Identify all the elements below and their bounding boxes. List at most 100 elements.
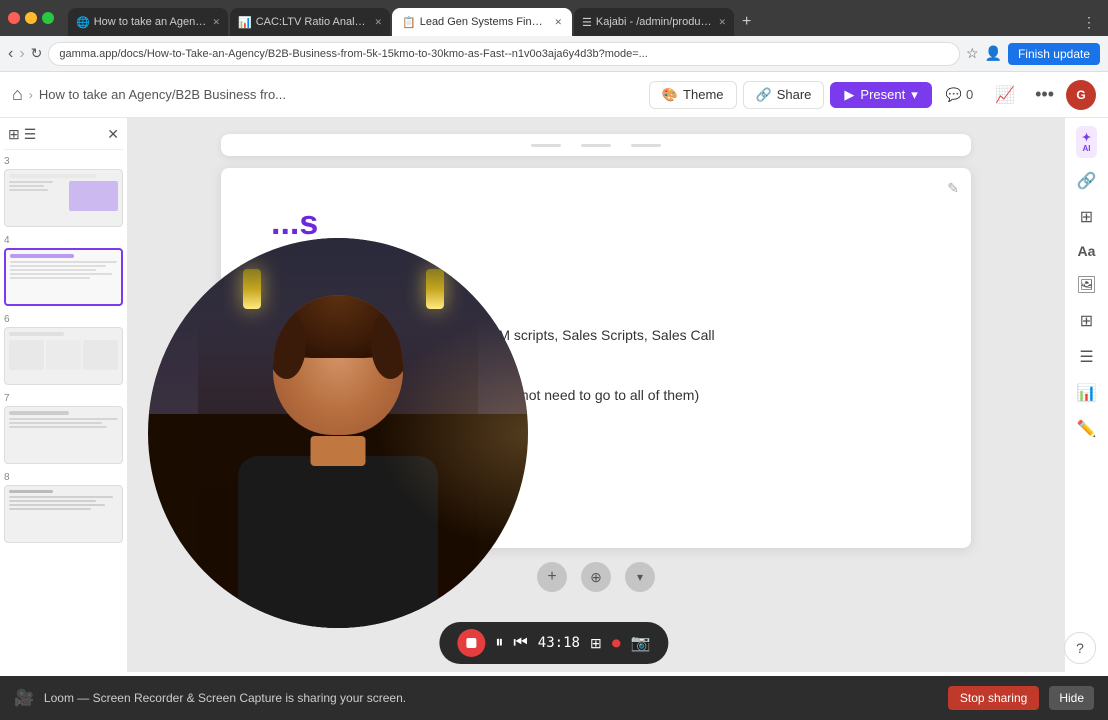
ai-icon: ✦	[1082, 131, 1091, 144]
tab-2[interactable]: 📊 CAC:LTV Ratio Analysis - Go... ✕	[230, 8, 390, 36]
loom-logo-icon: 🎥	[14, 688, 34, 708]
minimize-button[interactable]	[25, 12, 37, 24]
sidebar-close-button[interactable]: ✕	[107, 126, 119, 143]
tab-4[interactable]: ☰ Kajabi - /admin/products/214... ✕	[574, 8, 734, 36]
share-icon: 🔗	[756, 87, 772, 103]
rewind-button[interactable]: ⏮	[513, 634, 527, 652]
ai-icon-button[interactable]: ✦ AI	[1076, 126, 1097, 158]
close-button[interactable]	[8, 12, 20, 24]
loom-controls-bar: ⏸ ⏮ 43:18 ⊞ ⏺ 📷	[439, 622, 668, 664]
tab3-label: Lead Gen Systems Financial	[420, 16, 549, 28]
main-layout: ⊞ ☰ ✕ 3 4	[0, 118, 1108, 672]
slide-nav-controls: + ⊕ ▾	[537, 562, 655, 592]
back-button[interactable]: ‹	[8, 45, 13, 63]
tab3-favicon: 📋	[402, 16, 416, 29]
url-text: gamma.app/docs/How-to-Take-an-Agency/B2B…	[59, 48, 647, 60]
stop-icon	[466, 638, 476, 648]
slide-num-8: 8	[4, 472, 123, 483]
url-bar[interactable]: gamma.app/docs/How-to-Take-an-Agency/B2B…	[48, 42, 960, 66]
bottom-status-bar: 🎥 Loom — Screen Recorder & Screen Captur…	[0, 676, 1108, 720]
bookmark-button[interactable]: ☆	[966, 45, 979, 62]
finish-update-button[interactable]: Finish update	[1008, 43, 1100, 65]
slide-thumbnail-7[interactable]: 7	[4, 393, 123, 464]
slide-thumbnail-8[interactable]: 8	[4, 472, 123, 543]
help-button[interactable]: ?	[1064, 632, 1096, 664]
tab4-label: Kajabi - /admin/products/214...	[596, 16, 713, 28]
slide-card-top	[221, 134, 971, 156]
profile-button[interactable]: 👤	[985, 45, 1002, 62]
tab3-close[interactable]: ✕	[554, 17, 562, 28]
share-button[interactable]: 🔗 Share	[743, 81, 825, 109]
tab-1[interactable]: 🌐 How to take an Agency/B ✕	[68, 8, 228, 36]
camera-button[interactable]: 📷	[631, 633, 651, 653]
hide-button[interactable]: Hide	[1049, 686, 1094, 710]
present-label: Present	[860, 87, 905, 102]
video-overlay	[148, 238, 528, 628]
ai-label: AI	[1083, 144, 1091, 153]
play-icon: ▶	[844, 87, 854, 103]
chart-icon-button[interactable]: 📊	[1074, 380, 1100, 406]
stop-sharing-button[interactable]: Stop sharing	[948, 686, 1039, 710]
tab2-favicon: 📊	[238, 16, 252, 29]
tab-3-active[interactable]: 📋 Lead Gen Systems Financial ✕	[392, 8, 572, 36]
theme-label: Theme	[683, 87, 723, 102]
home-button[interactable]: ⌂	[12, 84, 23, 105]
comments-button[interactable]: 💬 0	[938, 82, 981, 108]
left-sidebar: ⊞ ☰ ✕ 3 4	[0, 118, 128, 672]
layout-icon-button[interactable]: ☰	[1076, 344, 1096, 370]
image-icon-button[interactable]: 🖼	[1073, 272, 1099, 298]
slide-thumbnail-3[interactable]: 3	[4, 156, 123, 227]
time-display: 43:18	[538, 635, 580, 651]
theme-button[interactable]: 🎨 Theme	[649, 81, 737, 109]
tab2-close[interactable]: ✕	[374, 17, 382, 28]
breadcrumb-arrow: ›	[29, 88, 33, 102]
slide-thumbnail-4[interactable]: 4	[4, 235, 123, 306]
slide-thumb-img-3	[4, 169, 123, 227]
slide-num-6: 6	[4, 314, 123, 325]
window-controls	[8, 12, 54, 24]
text-icon-button[interactable]: Aa	[1075, 240, 1099, 262]
list-view-button[interactable]: ☰	[24, 126, 37, 143]
tabs-bar: 🌐 How to take an Agency/B ✕ 📊 CAC:LTV Ra…	[68, 0, 1100, 36]
tab2-label: CAC:LTV Ratio Analysis - Go...	[256, 16, 369, 28]
record-stop-button[interactable]	[457, 629, 485, 657]
present-chevron-icon: ▾	[911, 87, 918, 103]
analytics-button[interactable]: 📈	[987, 81, 1023, 109]
record-circle-button[interactable]: ⏺	[612, 633, 621, 654]
slide-edit-button[interactable]: ✎	[947, 180, 959, 197]
tab1-close[interactable]: ✕	[212, 17, 220, 28]
edit-icon-button[interactable]: ✏️	[1074, 416, 1100, 442]
browser-chrome: 🌐 How to take an Agency/B ✕ 📊 CAC:LTV Ra…	[0, 0, 1108, 36]
table-icon-button[interactable]: ⊞	[1077, 308, 1096, 334]
slide-num-7: 7	[4, 393, 123, 404]
tab4-favicon: ☰	[582, 16, 592, 29]
slide-chevron-button[interactable]: ▾	[625, 562, 655, 592]
tab4-close[interactable]: ✕	[718, 17, 726, 28]
connect-icon-button[interactable]: 🔗	[1074, 168, 1100, 194]
pause-button[interactable]: ⏸	[495, 634, 503, 652]
present-button[interactable]: ▶ Present ▾	[830, 82, 931, 108]
grid-view-button[interactable]: ⊞	[8, 126, 20, 143]
breadcrumb-text: How to take an Agency/B2B Business fro..…	[39, 87, 286, 102]
more-options-button[interactable]: •••	[1029, 80, 1060, 109]
new-tab-button[interactable]: +	[736, 8, 757, 36]
reload-button[interactable]: ↻	[31, 45, 43, 62]
tab1-favicon: 🌐	[76, 16, 90, 29]
sidebar-controls: ⊞ ☰ ✕	[4, 124, 123, 150]
maximize-button[interactable]	[42, 12, 54, 24]
slide-num-4: 4	[4, 235, 123, 246]
slide-settings-button[interactable]: ⊕	[581, 562, 611, 592]
grid-view-ctrl-button[interactable]: ⊞	[590, 635, 602, 652]
add-slide-button[interactable]: +	[537, 562, 567, 592]
slide-thumb-img-7	[4, 406, 123, 464]
comments-count: 0	[966, 87, 973, 102]
slide-thumbnail-6[interactable]: 6	[4, 314, 123, 385]
loom-status-text: Loom — Screen Recorder & Screen Capture …	[44, 691, 938, 705]
avatar: G	[1066, 80, 1096, 110]
tabs-dropdown[interactable]: ⋮	[1078, 8, 1100, 36]
forward-button[interactable]: ›	[19, 45, 24, 63]
layers-icon-button[interactable]: ⊞	[1077, 204, 1096, 230]
content-area: ✎ ...s ...team ...(infinite) ...SL, Land…	[128, 118, 1064, 672]
slide-thumb-img-4	[4, 248, 123, 306]
comment-icon: 💬	[946, 87, 962, 103]
